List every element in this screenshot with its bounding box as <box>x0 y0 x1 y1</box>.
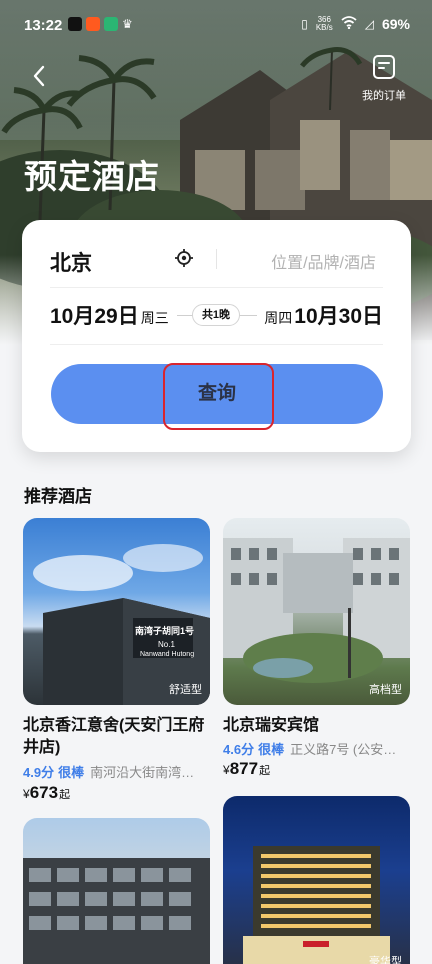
checkin-weekday: 周三 <box>140 310 169 326</box>
divider <box>216 249 217 269</box>
crown-icon: ♛ <box>122 17 133 31</box>
vibrate-icon: ▯ <box>301 17 308 31</box>
hotel-name[interactable]: 北京香江意舍(天安门王府井店) <box>23 715 213 759</box>
my-orders-button[interactable]: 我的订单 <box>356 54 412 103</box>
hotel-sign-sub2: Nanwand Hutong <box>140 651 195 658</box>
status-time: 13:22 <box>24 17 63 34</box>
status-right: ▯ 366 KB/s ◿ 69% <box>301 15 410 33</box>
hotel-type-tag: 高档型 <box>369 684 402 696</box>
divider <box>50 287 383 288</box>
hotel-type-tag: 豪华型 <box>369 956 402 964</box>
hotel-rating-level: 很棒 <box>258 742 285 757</box>
hotel-card-image[interactable]: 豪华型 <box>223 796 410 964</box>
hotel-score: 4.6分 <box>223 742 255 757</box>
tiktok-icon <box>68 17 82 31</box>
locate-icon <box>175 249 193 267</box>
hotel-photo <box>23 858 210 964</box>
hotel-rating-row: 4.9分 很棒 南河沿大街南湾… <box>23 762 210 781</box>
status-app-icons: ♛ <box>68 17 136 31</box>
battery-level: 69% <box>381 16 410 32</box>
hotel-price: ¥877起 <box>223 759 271 778</box>
hotel-sign: 南湾子胡同1号 <box>135 626 195 636</box>
hotel-card-image[interactable]: 高档型 <box>223 518 410 705</box>
hotel-address: 正义路7号 (公安… <box>290 742 397 757</box>
hotel-card-image[interactable] <box>23 818 210 964</box>
orders-icon <box>373 55 395 79</box>
hotel-score: 4.9分 <box>23 765 55 780</box>
my-orders-label: 我的订单 <box>362 90 406 102</box>
city-selector[interactable]: 北京 <box>50 247 92 277</box>
hotel-rating-level: 很棒 <box>58 765 85 780</box>
app-green-icon <box>104 17 118 31</box>
hotel-name[interactable]: 北京瑞安宾馆 <box>223 715 410 737</box>
checkout-date[interactable]: 周四10月30日 <box>264 300 383 330</box>
back-button[interactable] <box>28 64 52 88</box>
signal-off-icon: ◿ <box>364 17 374 31</box>
hotel-card-image[interactable]: 南湾子胡同1号 No.1 Nanwand Hutong 舒适型 <box>23 518 210 705</box>
hotel-photo <box>243 846 390 964</box>
hotel-photo <box>33 544 210 705</box>
hotel-address: 南河沿大街南湾… <box>90 765 195 780</box>
app-orange-icon <box>86 17 100 31</box>
nights-badge: 共1晚 <box>192 304 240 326</box>
checkout-weekday: 周四 <box>264 310 293 326</box>
net-speed: 366 KB/s <box>315 15 333 32</box>
hotel-rating-row: 4.6分 很棒 正义路7号 (公安… <box>223 739 410 758</box>
page-title: 预定酒店 <box>24 158 160 195</box>
hotel-type-tag: 舒适型 <box>169 684 202 696</box>
locate-button[interactable] <box>174 248 194 268</box>
hotel-photo <box>223 538 410 683</box>
chevron-left-icon <box>33 65 45 87</box>
wifi-icon <box>341 16 357 32</box>
divider <box>50 344 383 345</box>
status-bar: 13:22 ♛ ▯ 366 KB/s ◿ 69% <box>0 0 432 50</box>
checkin-date[interactable]: 10月29日 周三 <box>50 300 169 330</box>
hotel-price: ¥673起 <box>23 783 71 802</box>
query-highlight-box <box>163 363 274 430</box>
hotel-sign-sub: No.1 <box>158 640 175 649</box>
recommended-title: 推荐酒店 <box>24 487 92 506</box>
keyword-search-input[interactable]: 位置/品牌/酒店 <box>232 249 376 273</box>
